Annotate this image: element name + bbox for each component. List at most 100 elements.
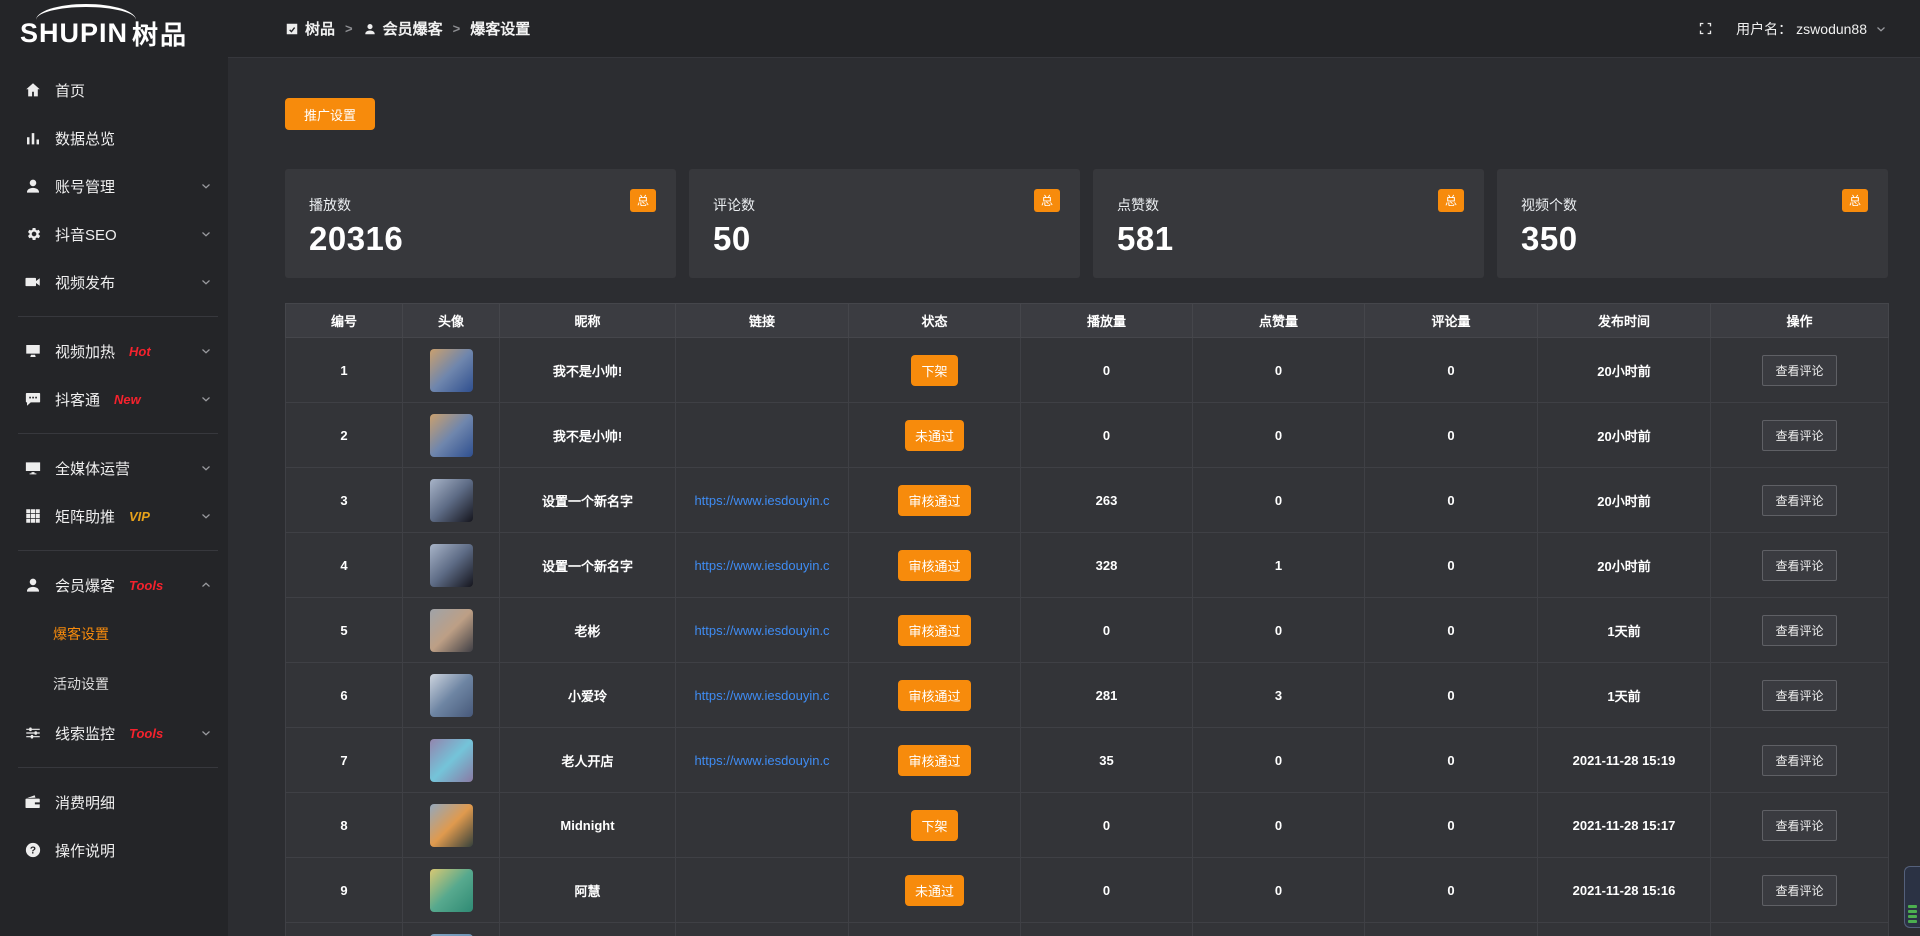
avatar[interactable] <box>430 674 473 717</box>
sidebar-item-operation-guide[interactable]: ?操作说明 <box>0 826 228 874</box>
member-table-wrap: 编号头像昵称链接状态播放量点赞量评论量发布时间操作1我不是小帅!下架00020小… <box>285 303 1888 936</box>
sidebar-subitem-activity-settings[interactable]: 活动设置 <box>0 659 228 709</box>
sidebar-item-matrix-boost[interactable]: 矩阵助推 VIP <box>0 492 228 540</box>
sidebar-item-video-publish[interactable]: 视频发布 <box>0 258 228 306</box>
sidebar-item-douyin-seo[interactable]: 抖音SEO <box>0 210 228 258</box>
view-comments-button[interactable]: 查看评论 <box>1762 615 1836 646</box>
column-header: 状态 <box>849 304 1021 338</box>
sidebar-item-member-baoke[interactable]: 会员爆客Tools <box>0 561 228 609</box>
view-comments-button[interactable]: 查看评论 <box>1762 875 1836 906</box>
breadcrumb-item-member-baoke[interactable]: 会员爆客 <box>363 18 443 39</box>
sidebar-item-label: 矩阵助推 <box>55 506 115 527</box>
status-cell: 审核通过 <box>849 533 1021 598</box>
sidebar-item-label: 消费明细 <box>55 792 115 813</box>
sidebar-item-douketong[interactable]: 抖客通New <box>0 375 228 423</box>
avatar[interactable] <box>430 414 473 457</box>
profile-link[interactable]: https://www.iesdouyin.c <box>676 493 848 508</box>
id-cell: 5 <box>286 598 403 663</box>
table-row: 10 <box>286 923 1889 936</box>
status-badge[interactable]: 未通过 <box>905 875 964 906</box>
avatar[interactable] <box>430 544 473 587</box>
bar-chart-icon <box>24 129 42 147</box>
link-cell <box>676 793 849 858</box>
logo-text-cn: 树品 <box>132 15 188 52</box>
avatar[interactable] <box>430 804 473 847</box>
column-header: 点赞量 <box>1193 304 1365 338</box>
status-badge[interactable]: 审核通过 <box>898 485 970 516</box>
status-badge[interactable]: 下架 <box>911 810 957 841</box>
stat-card-title: 视频个数 <box>1521 195 1864 215</box>
view-comments-button[interactable]: 查看评论 <box>1762 745 1836 776</box>
avatar-cell <box>403 728 500 793</box>
profile-link[interactable]: https://www.iesdouyin.c <box>676 753 848 768</box>
action-cell: 查看评论 <box>1711 728 1889 793</box>
breadcrumb-label: 树品 <box>305 18 335 39</box>
status-badge[interactable]: 未通过 <box>905 420 964 451</box>
avatar[interactable] <box>430 349 473 392</box>
sidebar-item-account-management[interactable]: 账号管理 <box>0 162 228 210</box>
fullscreen-icon[interactable] <box>1697 20 1714 37</box>
grid-icon <box>24 507 42 525</box>
id-cell: 4 <box>286 533 403 598</box>
stat-card-total-badge[interactable]: 总 <box>630 189 656 212</box>
status-cell: 审核通过 <box>849 468 1021 533</box>
nickname-cell: 小爱玲 <box>500 663 676 728</box>
view-comments-button[interactable]: 查看评论 <box>1762 355 1836 386</box>
profile-link[interactable]: https://www.iesdouyin.c <box>676 623 848 638</box>
sidebar-item-badge: VIP <box>129 509 150 524</box>
floating-widget[interactable] <box>1904 866 1920 928</box>
avatar-cell <box>403 468 500 533</box>
view-comments-button[interactable]: 查看评论 <box>1762 550 1836 581</box>
sidebar-divider <box>18 316 218 317</box>
profile-link[interactable]: https://www.iesdouyin.c <box>676 558 848 573</box>
sidebar-item-data-overview[interactable]: 数据总览 <box>0 114 228 162</box>
publish-time-cell <box>1538 923 1711 936</box>
user-menu[interactable]: 用户名： zswodun88 <box>1736 19 1887 39</box>
view-comments-button[interactable]: 查看评论 <box>1762 680 1836 711</box>
profile-link[interactable]: https://www.iesdouyin.c <box>676 688 848 703</box>
likes-cell: 3 <box>1193 663 1365 728</box>
view-comments-button[interactable]: 查看评论 <box>1762 810 1836 841</box>
breadcrumb: 树品>会员爆客>爆客设置 <box>285 18 530 39</box>
brand-logo[interactable]: SHUPIN 树品 <box>0 0 228 66</box>
breadcrumb-item-baoke-settings[interactable]: 爆客设置 <box>470 18 530 39</box>
avatar[interactable] <box>430 479 473 522</box>
status-badge[interactable]: 审核通过 <box>898 615 970 646</box>
id-cell: 7 <box>286 728 403 793</box>
view-comments-button[interactable]: 查看评论 <box>1762 485 1836 516</box>
sidebar-item-video-heat[interactable]: 视频加热Hot <box>0 327 228 375</box>
logo-arc-decoration <box>36 4 136 20</box>
publish-time-cell: 2021-11-28 15:19 <box>1538 728 1711 793</box>
table-header-row: 编号头像昵称链接状态播放量点赞量评论量发布时间操作 <box>286 304 1889 338</box>
status-badge[interactable]: 审核通过 <box>898 550 970 581</box>
home-icon <box>24 81 42 99</box>
sidebar-item-clue-monitor[interactable]: 线索监控Tools <box>0 709 228 757</box>
sidebar-item-home[interactable]: 首页 <box>0 66 228 114</box>
view-comments-button[interactable]: 查看评论 <box>1762 420 1836 451</box>
avatar[interactable] <box>430 609 473 652</box>
sliders-icon <box>24 724 42 742</box>
sidebar-subitem-baoke-settings[interactable]: 爆客设置 <box>0 609 228 659</box>
status-badge[interactable]: 审核通过 <box>898 680 970 711</box>
comments-cell: 0 <box>1365 533 1538 598</box>
stat-card-total-badge[interactable]: 总 <box>1842 189 1868 212</box>
chevron-down-icon <box>200 345 212 357</box>
status-badge[interactable]: 下架 <box>911 355 957 386</box>
stat-card-total-badge[interactable]: 总 <box>1034 189 1060 212</box>
link-cell: https://www.iesdouyin.c <box>676 533 849 598</box>
sidebar-item-consumption-detail[interactable]: 消费明细 <box>0 778 228 826</box>
comments-cell: 0 <box>1365 793 1538 858</box>
promo-settings-button[interactable]: 推广设置 <box>285 98 375 130</box>
avatar[interactable] <box>430 869 473 912</box>
sidebar-item-label: 视频加热 <box>55 341 115 362</box>
stat-card-total-badge[interactable]: 总 <box>1438 189 1464 212</box>
table-row: 7老人开店https://www.iesdouyin.c审核通过35002021… <box>286 728 1889 793</box>
app-root: SHUPIN 树品 首页数据总览账号管理抖音SEO视频发布视频加热Hot抖客通N… <box>0 0 1920 936</box>
breadcrumb-item-shupin[interactable]: 树品 <box>285 18 335 39</box>
sidebar-item-media-operation[interactable]: 全媒体运营 <box>0 444 228 492</box>
avatar[interactable] <box>430 739 473 782</box>
status-badge[interactable]: 审核通过 <box>898 745 970 776</box>
likes-cell: 0 <box>1193 468 1365 533</box>
publish-time-cell: 2021-11-28 15:16 <box>1538 858 1711 923</box>
link-cell <box>676 923 849 936</box>
